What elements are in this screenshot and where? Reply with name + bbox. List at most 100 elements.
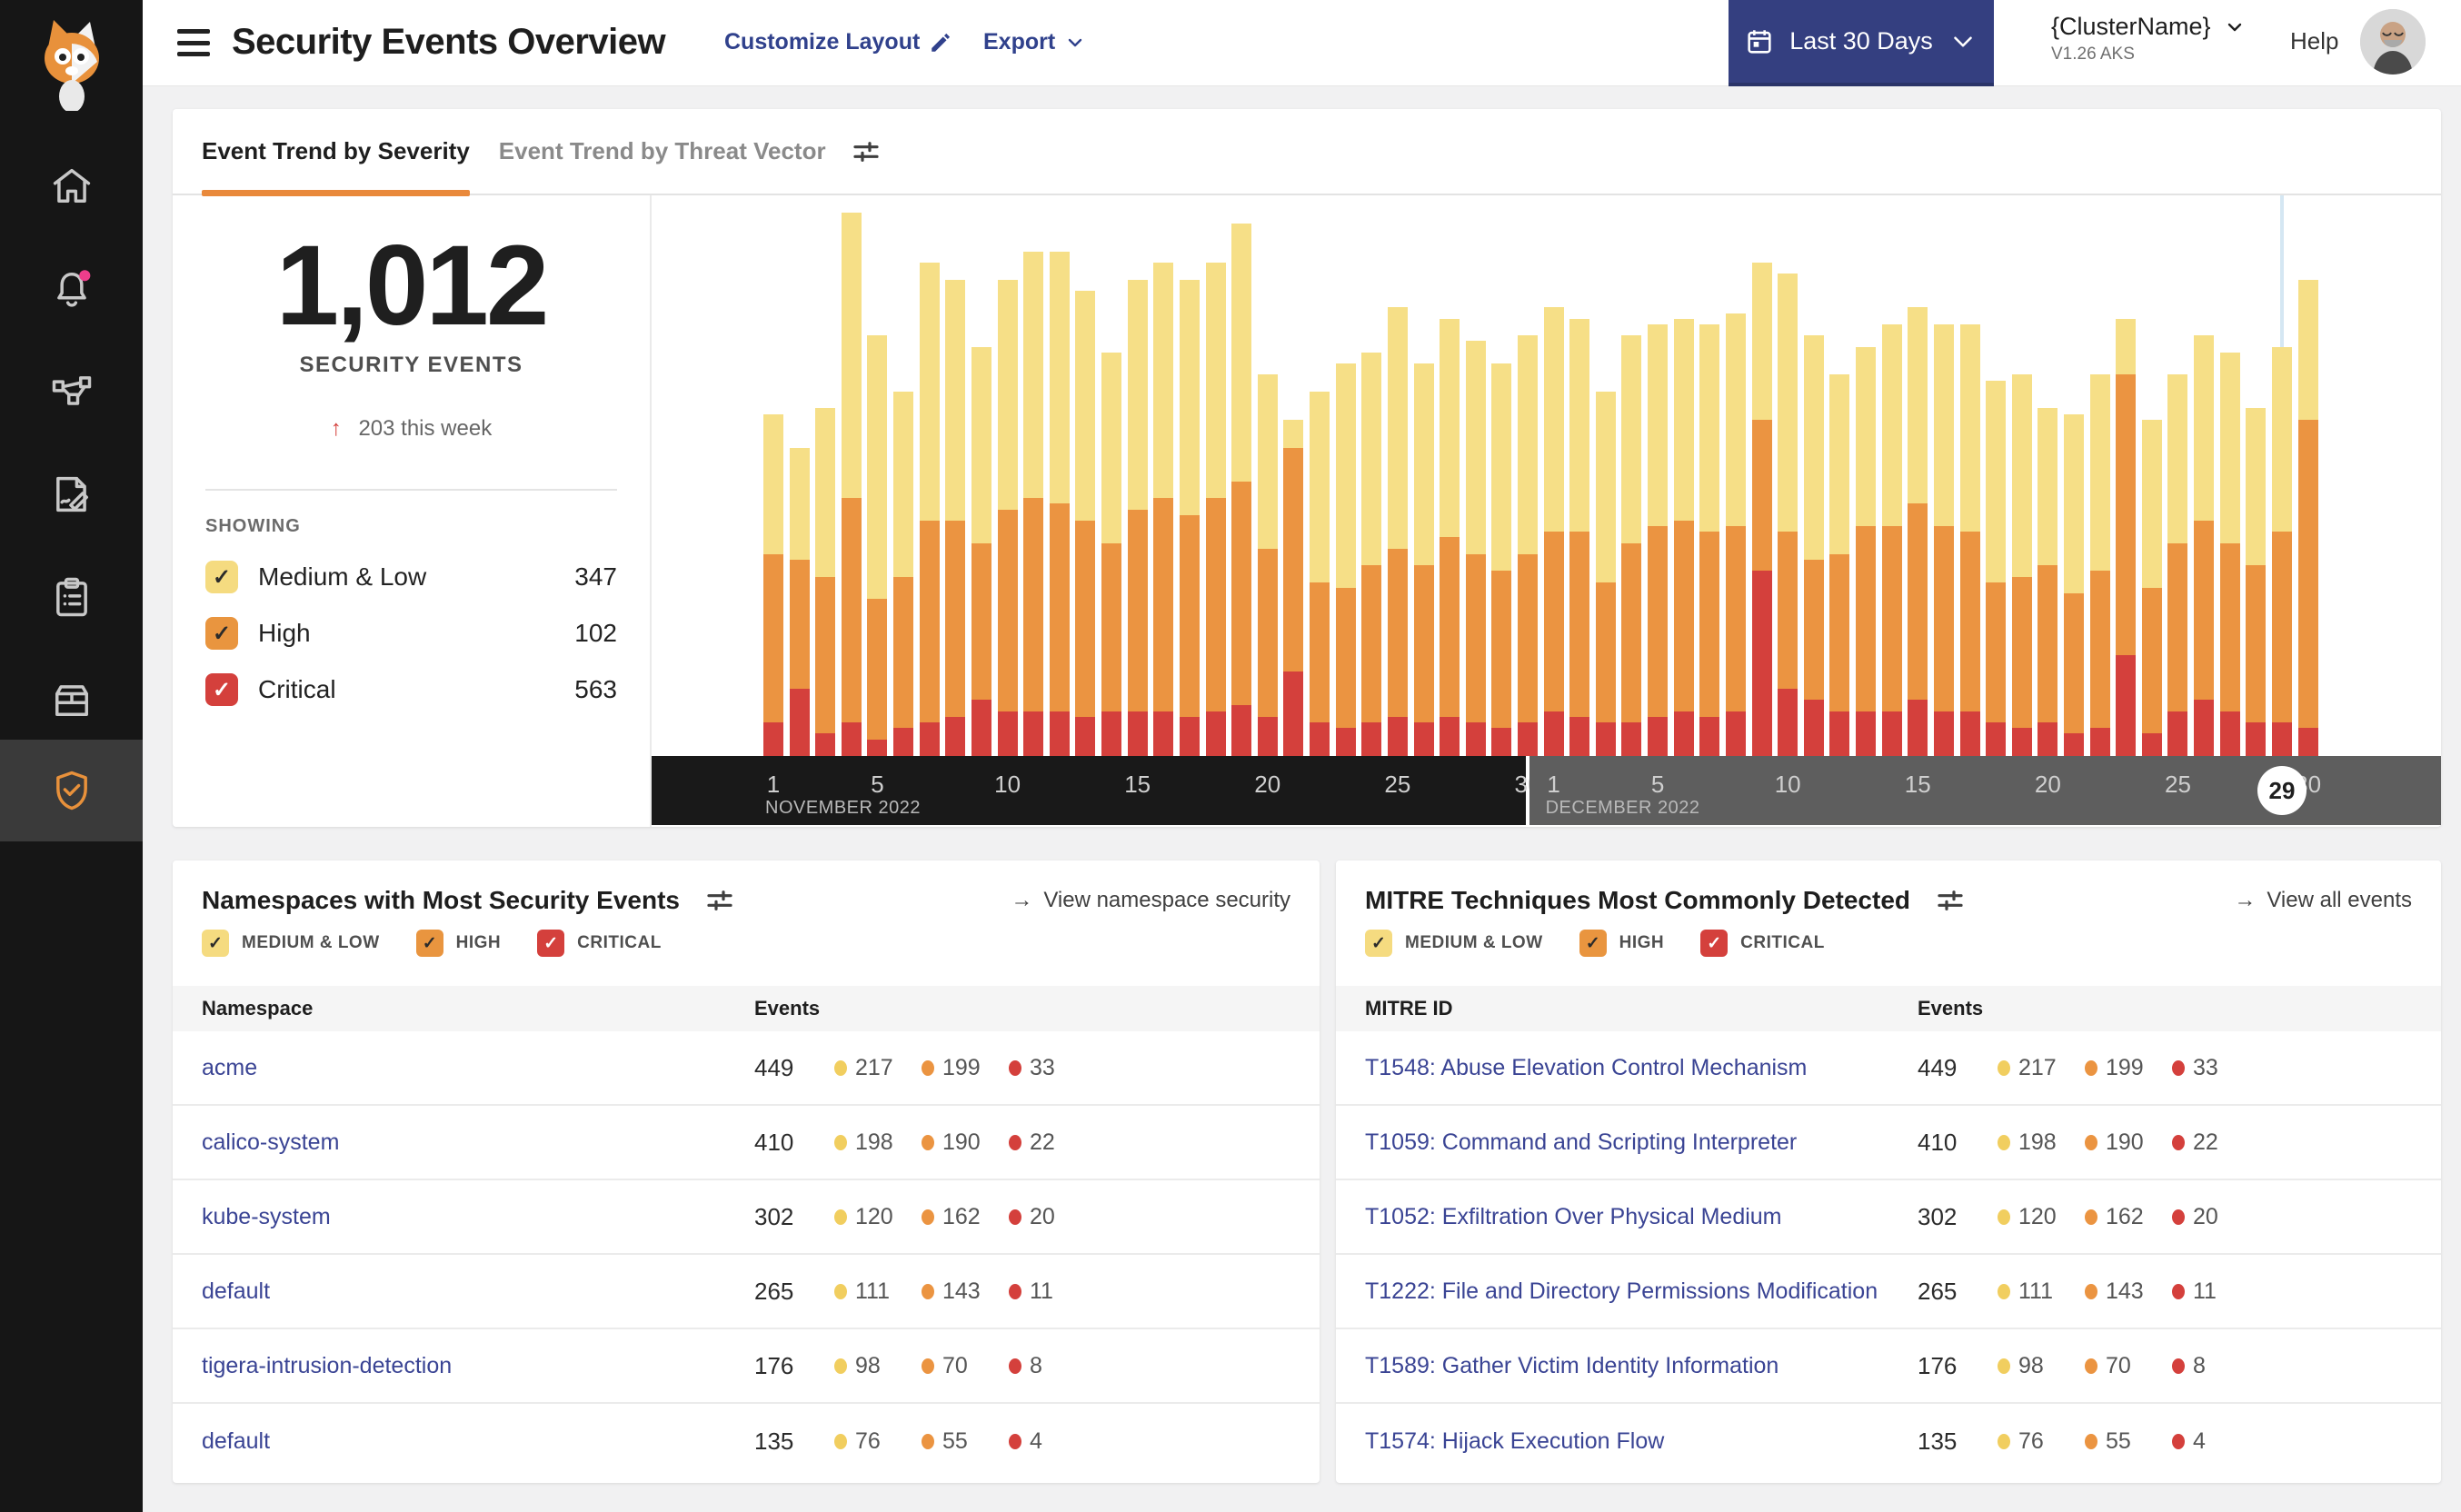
row-link[interactable]: default <box>202 1278 270 1305</box>
row-link[interactable]: calico-system <box>202 1129 339 1156</box>
row-link[interactable]: T1548: Abuse Elevation Control Mechanism <box>1365 1055 1807 1081</box>
bar-dec-17[interactable] <box>1959 323 1980 756</box>
bar-nov-18[interactable] <box>1205 263 1226 756</box>
sidebar-item-compliance[interactable] <box>0 553 143 641</box>
table-action-link[interactable]: → View namespace security <box>1011 888 1290 913</box>
bar-nov-17[interactable] <box>1179 279 1200 756</box>
row-link[interactable]: acme <box>202 1055 257 1081</box>
bar-nov-8[interactable] <box>945 279 966 756</box>
bar-dec-13[interactable] <box>1856 346 1877 756</box>
bar-dec-16[interactable] <box>1933 323 1954 756</box>
bar-dec-18[interactable] <box>1986 380 2007 756</box>
bar-nov-11[interactable] <box>1023 251 1044 756</box>
bar-dec-15[interactable] <box>1908 307 1928 756</box>
bar-dec-9[interactable] <box>1751 263 1772 756</box>
checkbox-checked[interactable]: ✓ <box>202 930 229 957</box>
row-link[interactable]: tigera-intrusion-detection <box>202 1353 452 1379</box>
bar-nov-9[interactable] <box>971 346 991 756</box>
bar-dec-23[interactable] <box>2116 318 2137 756</box>
bar-nov-29[interactable] <box>1491 363 1512 756</box>
bar-nov-22[interactable] <box>1310 391 1330 756</box>
bar-dec-11[interactable] <box>1803 335 1824 756</box>
bar-nov-20[interactable] <box>1257 374 1278 756</box>
date-range-button[interactable]: Last 30 Days <box>1729 0 1994 86</box>
bar-nov-16[interactable] <box>1153 263 1174 756</box>
bar-nov-13[interactable] <box>1075 290 1096 756</box>
bar-nov-6[interactable] <box>893 391 914 756</box>
bar-nov-19[interactable] <box>1231 223 1252 756</box>
bar-dec-6[interactable] <box>1673 318 1694 756</box>
row-link[interactable]: T1589: Gather Victim Identity Informatio… <box>1365 1353 1778 1379</box>
sidebar-item-security-events[interactable] <box>0 740 143 841</box>
export-button[interactable]: Export <box>983 29 1086 55</box>
bar-nov-12[interactable] <box>1049 251 1070 756</box>
checkbox-checked[interactable]: ✓ <box>1700 930 1729 957</box>
bar-dec-22[interactable] <box>2089 374 2110 756</box>
checkbox-checked[interactable]: ✓ <box>205 673 238 706</box>
bar-nov-14[interactable] <box>1101 352 1122 756</box>
sidebar-item-alerts[interactable] <box>0 245 143 333</box>
selected-day-pill[interactable]: 29 <box>2257 766 2307 815</box>
tab-event-trend-by-severity[interactable]: Event Trend by Severity <box>202 108 470 196</box>
row-link[interactable]: T1574: Hijack Execution Flow <box>1365 1428 1664 1455</box>
table-action-link[interactable]: → View all events <box>2234 888 2412 913</box>
bar-dec-19[interactable] <box>2011 374 2032 756</box>
row-link[interactable]: default <box>202 1428 270 1455</box>
bar-nov-21[interactable] <box>1283 419 1304 756</box>
row-link[interactable]: kube-system <box>202 1204 331 1230</box>
bar-dec-25[interactable] <box>2167 374 2188 756</box>
bar-nov-28[interactable] <box>1465 341 1486 756</box>
bar-dec-5[interactable] <box>1648 323 1669 756</box>
bar-dec-24[interactable] <box>2141 419 2162 756</box>
row-link[interactable]: T1052: Exfiltration Over Physical Medium <box>1365 1204 1782 1230</box>
bar-nov-1[interactable] <box>763 413 783 756</box>
bar-nov-27[interactable] <box>1440 318 1460 756</box>
checkbox-checked[interactable]: ✓ <box>1579 930 1607 957</box>
bar-dec-14[interactable] <box>1881 323 1902 756</box>
bar-dec-21[interactable] <box>2064 413 2084 756</box>
bar-dec-2[interactable] <box>1569 318 1590 756</box>
row-link[interactable]: T1059: Command and Scripting Interpreter <box>1365 1129 1797 1156</box>
bar-nov-24[interactable] <box>1361 352 1382 756</box>
bar-dec-3[interactable] <box>1595 391 1616 756</box>
bar-dec-27[interactable] <box>2219 352 2240 756</box>
bar-dec-4[interactable] <box>1621 335 1642 756</box>
chart-filter-settings-icon[interactable] <box>852 137 881 166</box>
bar-dec-1[interactable] <box>1543 307 1564 756</box>
bar-nov-15[interactable] <box>1127 279 1148 756</box>
bar-dec-8[interactable] <box>1725 313 1746 756</box>
bar-dec-28[interactable] <box>2246 408 2267 756</box>
bar-nov-3[interactable] <box>815 408 836 756</box>
tab-event-trend-by-threat-vector[interactable]: Event Trend by Threat Vector <box>499 108 826 194</box>
sidebar-item-network-topology[interactable] <box>0 348 143 435</box>
checkbox-checked[interactable]: ✓ <box>205 617 238 650</box>
bar-nov-10[interactable] <box>997 279 1018 756</box>
sidebar-item-report-edit[interactable] <box>0 451 143 538</box>
checkbox-checked[interactable]: ✓ <box>537 930 565 957</box>
bar-dec-10[interactable] <box>1778 274 1798 756</box>
bar-dec-29[interactable] <box>2271 346 2292 756</box>
checkbox-checked[interactable]: ✓ <box>205 561 238 593</box>
cluster-selector[interactable]: {ClusterName} V1.26 AKS <box>2051 13 2246 65</box>
checkbox-checked[interactable]: ✓ <box>415 930 443 957</box>
bar-nov-30[interactable] <box>1517 335 1538 756</box>
bar-dec-7[interactable] <box>1699 323 1720 756</box>
bar-nov-25[interactable] <box>1387 307 1408 756</box>
bar-nov-5[interactable] <box>867 335 888 756</box>
customize-layout-link[interactable]: Customize Layout <box>724 29 952 55</box>
user-avatar[interactable] <box>2360 9 2426 75</box>
bar-dec-12[interactable] <box>1829 374 1850 756</box>
sidebar-item-inventory[interactable] <box>0 656 143 743</box>
bar-dec-26[interactable] <box>2194 335 2215 756</box>
table-filter-settings-icon[interactable] <box>705 886 734 915</box>
bar-dec-30[interactable] <box>2297 279 2318 756</box>
bar-nov-23[interactable] <box>1335 363 1356 756</box>
bar-dec-20[interactable] <box>2038 408 2058 756</box>
bar-nov-7[interactable] <box>919 263 940 756</box>
checkbox-checked[interactable]: ✓ <box>1365 930 1392 957</box>
sidebar-item-home[interactable] <box>0 143 143 230</box>
table-filter-settings-icon[interactable] <box>1936 886 1965 915</box>
help-link[interactable]: Help <box>2290 27 2338 55</box>
row-link[interactable]: T1222: File and Directory Permissions Mo… <box>1365 1278 1878 1305</box>
bar-nov-26[interactable] <box>1413 363 1434 756</box>
